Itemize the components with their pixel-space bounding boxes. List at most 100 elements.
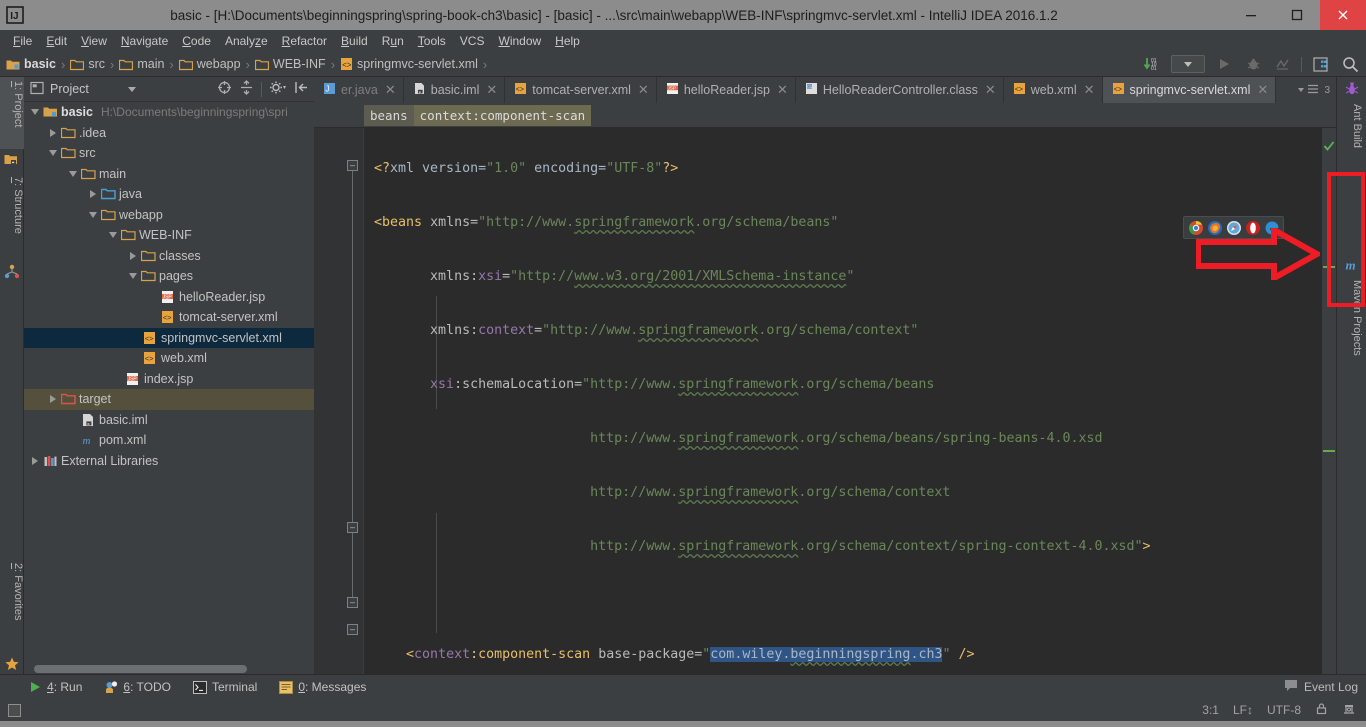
tab-tomcat-server-xml[interactable]: <> tomcat-server.xml ✕ (505, 77, 657, 103)
close-icon[interactable]: ✕ (985, 82, 996, 98)
chevron-down-icon[interactable] (46, 150, 59, 157)
scrollbar-thumb[interactable] (34, 665, 247, 673)
menu-run[interactable]: Run (375, 32, 411, 50)
hector-icon[interactable] (1342, 702, 1356, 719)
tree-row-web-xml[interactable]: <> web.xml (24, 348, 314, 369)
tree-row-main[interactable]: main (24, 164, 314, 185)
bottom-item-terminal[interactable]: Terminal (192, 680, 257, 694)
menu-file[interactable]: File (6, 32, 39, 50)
run-configuration-dropdown[interactable] (1171, 55, 1205, 73)
file-encoding[interactable]: UTF-8 (1267, 703, 1301, 717)
chevron-right-icon[interactable] (86, 190, 99, 199)
memory-indicator[interactable] (8, 703, 21, 717)
tree-row-springmvc-servlet-xml[interactable]: <> springmvc-servlet.xml (24, 327, 314, 348)
breadcrumb-item-src[interactable]: src (70, 57, 105, 71)
chevron-right-icon[interactable] (46, 128, 59, 137)
sidebar-item-maven-projects[interactable]: Maven Projects (1341, 277, 1363, 382)
tree-row-webinf[interactable]: WEB-INF (24, 225, 314, 246)
chevron-right-icon[interactable] (28, 456, 41, 465)
menu-refactor[interactable]: Refactor (275, 32, 334, 50)
debug-icon[interactable] (1243, 54, 1263, 74)
project-horizontal-scrollbar[interactable] (24, 663, 314, 674)
chevron-down-icon[interactable] (66, 170, 79, 177)
run-icon[interactable] (1214, 54, 1234, 74)
fold-marker-bean[interactable]: – (347, 522, 358, 533)
target-icon[interactable] (217, 80, 232, 98)
chevron-down-icon[interactable] (106, 232, 119, 239)
menu-analyze[interactable]: Analyze (218, 32, 275, 50)
search-icon[interactable] (1340, 54, 1360, 74)
tree-row-idea[interactable]: .idea (24, 123, 314, 144)
layout-icon[interactable] (1311, 54, 1331, 74)
tree-row-external-libraries[interactable]: External Libraries (24, 451, 314, 472)
inspection-ok-icon[interactable] (1323, 140, 1335, 152)
menu-edit[interactable]: Edit (39, 32, 74, 50)
breadcrumb-item-webapp[interactable]: webapp (178, 57, 241, 71)
tree-row-helloreader-jsp[interactable]: JSP helloReader.jsp (24, 287, 314, 308)
tab-helloreadercontroller-class[interactable]: 01 HelloReaderController.class ✕ (796, 77, 1004, 103)
editor-marker-bar[interactable] (1322, 128, 1336, 674)
code-editor[interactable]: – – – – <?xml version="1.0" encoding="UT… (314, 128, 1322, 674)
menu-vcs[interactable]: VCS (453, 32, 492, 50)
sidebar-item-favorites[interactable]: 2: Favorites (0, 559, 24, 657)
breadcrumb-item-basic[interactable]: basic (6, 57, 56, 71)
tab-springmvc-servlet-xml[interactable]: <> springmvc-servlet.xml ✕ (1102, 77, 1277, 103)
tree-row-basic-iml[interactable]: basic.iml (24, 410, 314, 431)
caret-position[interactable]: 3:1 (1202, 703, 1219, 717)
gear-icon[interactable] (269, 80, 287, 98)
tab-web-xml[interactable]: <> web.xml ✕ (1004, 77, 1103, 103)
tree-row-classes[interactable]: classes (24, 246, 314, 267)
close-icon[interactable]: ✕ (777, 82, 788, 98)
tab-basic-iml[interactable]: basic.iml ✕ (404, 77, 506, 103)
tab-er-java[interactable]: J er.java ✕ (314, 77, 404, 103)
fold-marker-beans-end[interactable]: – (347, 624, 358, 635)
chevron-down-icon[interactable] (126, 273, 139, 280)
tree-row-webapp[interactable]: webapp (24, 205, 314, 226)
bottom-item-messages[interactable]: 0: Messages (279, 680, 366, 694)
close-icon[interactable]: ✕ (486, 82, 497, 98)
close-icon[interactable]: ✕ (385, 82, 396, 98)
tree-row-index-jsp[interactable]: JSP index.jsp (24, 369, 314, 390)
close-button[interactable] (1320, 0, 1366, 30)
marker-stripe[interactable] (1323, 266, 1335, 268)
marker-stripe[interactable] (1323, 450, 1335, 452)
editor-gutter[interactable] (314, 128, 364, 674)
update-icon[interactable]: 01 10 01 (1142, 54, 1162, 74)
chevron-down-icon[interactable] (127, 86, 136, 92)
tree-row-basic[interactable]: basic H:\Documents\beginningspring\spri (24, 102, 314, 123)
menu-build[interactable]: Build (334, 32, 375, 50)
close-icon[interactable]: ✕ (1257, 82, 1268, 98)
tree-row-target[interactable]: target (24, 389, 314, 410)
tree-row-tomcat-server-xml[interactable]: <> tomcat-server.xml (24, 307, 314, 328)
project-tree[interactable]: basic H:\Documents\beginningspring\spri … (24, 102, 314, 657)
breadcrumb-item-webinf[interactable]: WEB-INF (254, 57, 326, 71)
tabs-overflow-control[interactable]: 3 (1292, 77, 1336, 103)
bottom-item-run[interactable]: 4: Run (28, 680, 82, 694)
maximize-button[interactable] (1274, 0, 1320, 30)
menu-help[interactable]: Help (548, 32, 587, 50)
sidebar-item-structure[interactable]: 7: Structure (0, 173, 24, 261)
menu-view[interactable]: View (74, 32, 114, 50)
coverage-icon[interactable] (1272, 54, 1292, 74)
menu-tools[interactable]: Tools (411, 32, 453, 50)
fold-marker-beans[interactable]: – (347, 160, 358, 171)
breadcrumb-item-file[interactable]: <> springmvc-servlet.xml (340, 57, 478, 71)
sidebar-item-ant-build[interactable]: Ant Build (1341, 101, 1363, 175)
menu-navigate[interactable]: Navigate (114, 32, 175, 50)
hide-panel-icon[interactable] (294, 80, 309, 98)
event-log-button[interactable]: Event Log (1284, 679, 1366, 695)
menu-window[interactable]: Window (491, 32, 548, 50)
minimize-button[interactable] (1228, 0, 1274, 30)
chevron-down-icon[interactable] (86, 211, 99, 218)
chevron-right-icon[interactable] (126, 251, 139, 260)
lock-icon[interactable] (1315, 702, 1328, 718)
breadcrumb-chip-beans[interactable]: beans (364, 104, 414, 126)
close-icon[interactable]: ✕ (638, 82, 649, 98)
fold-marker-bean-end[interactable]: – (347, 597, 358, 608)
menu-code[interactable]: Code (175, 32, 218, 50)
line-separator[interactable]: LF↕ (1233, 703, 1253, 717)
tab-helloreader-jsp[interactable]: JSP helloReader.jsp ✕ (657, 77, 796, 103)
sidebar-item-project[interactable]: 1: Project (0, 77, 24, 149)
collapse-all-icon[interactable] (239, 80, 254, 98)
bottom-item-todo[interactable]: 6: TODO (104, 680, 171, 694)
